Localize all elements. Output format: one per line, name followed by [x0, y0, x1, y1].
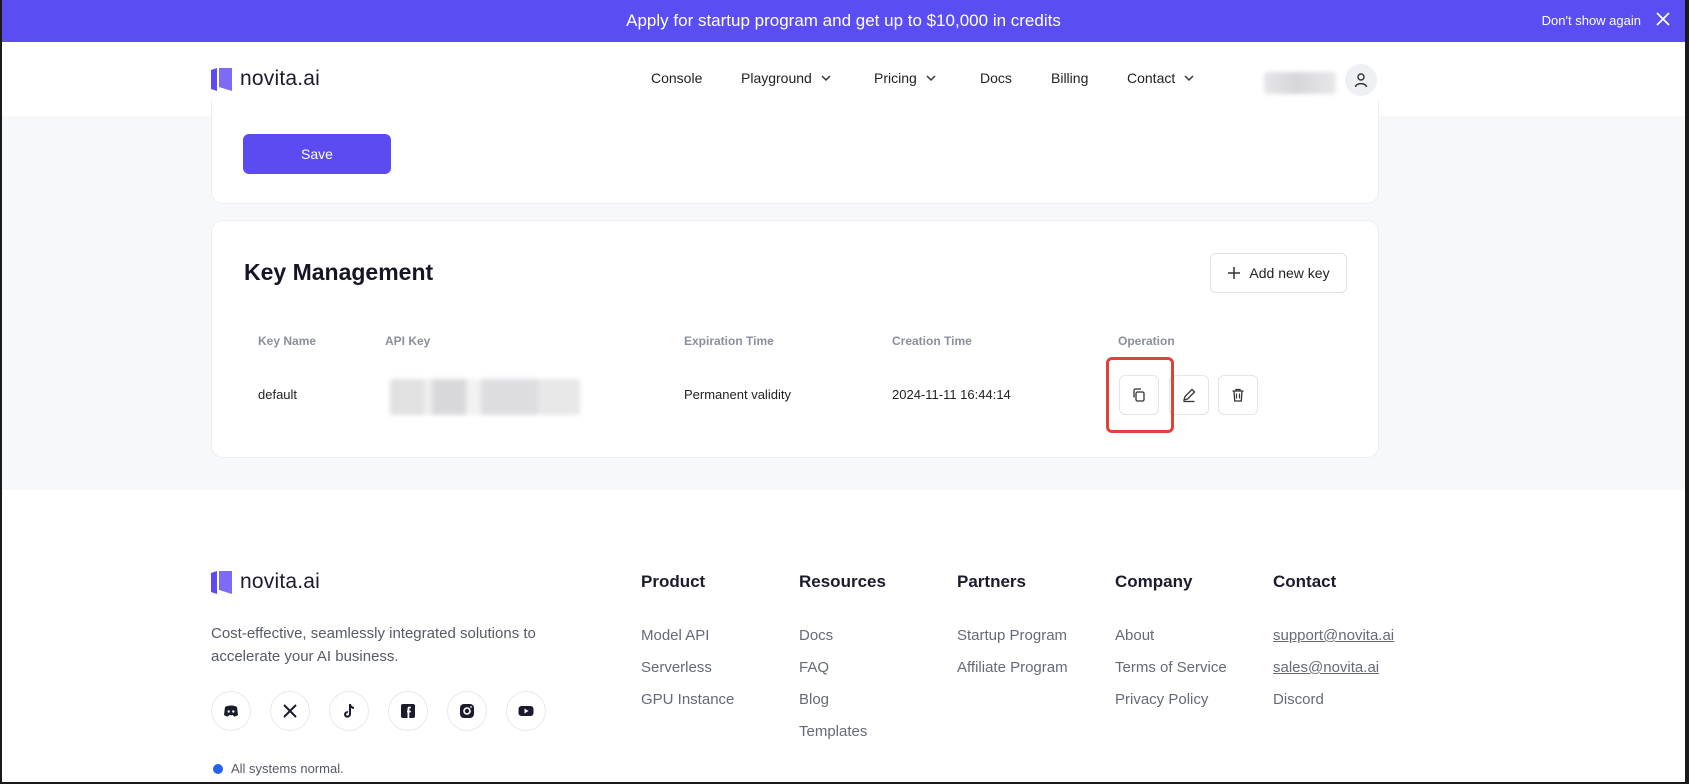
settings-card: Save	[211, 100, 1379, 204]
footer-logo[interactable]: novita.ai	[211, 570, 320, 594]
footer-link-docs[interactable]: Docs	[799, 627, 833, 644]
nav-pricing[interactable]: Pricing	[874, 70, 937, 86]
footer-link-affiliate-program[interactable]: Affiliate Program	[957, 659, 1068, 676]
dont-show-again-link[interactable]: Don't show again	[1542, 13, 1641, 28]
footer-col-partners-title: Partners	[957, 572, 1026, 591]
footer-tagline: Cost-effective, seamlessly integrated so…	[211, 625, 536, 665]
nav-pricing-label: Pricing	[874, 70, 917, 86]
key-management-title: Key Management	[244, 259, 434, 285]
footer-link-gpu-instance[interactable]: GPU Instance	[641, 691, 734, 708]
key-name-cell: default	[258, 387, 298, 402]
system-status[interactable]: All systems normal.	[213, 761, 344, 776]
chevron-down-icon	[926, 75, 936, 82]
avatar[interactable]	[1345, 64, 1377, 96]
footer-col-company-title: Company	[1115, 572, 1193, 591]
username-redacted[interactable]	[1264, 72, 1336, 94]
edit-key-button[interactable]	[1169, 375, 1209, 415]
footer-link-faq[interactable]: FAQ	[799, 659, 829, 676]
nav-contact-label: Contact	[1127, 70, 1176, 86]
site-footer: novita.ai Cost-effective, seamlessly int…	[2, 490, 1685, 782]
nav-console[interactable]: Console	[651, 70, 702, 86]
add-new-key-button[interactable]: Add new key	[1210, 253, 1347, 293]
browser-page: Apply for startup program and get up to …	[2, 0, 1685, 782]
footer-link-blog[interactable]: Blog	[799, 691, 829, 708]
footer-link-sales-email[interactable]: sales@novita.ai	[1273, 659, 1379, 676]
tiktok-icon[interactable]	[329, 691, 369, 731]
save-button[interactable]: Save	[243, 134, 391, 174]
trash-icon	[1232, 388, 1244, 402]
nav-docs-label: Docs	[980, 70, 1012, 86]
expiration-cell: Permanent validity	[684, 387, 791, 402]
x-icon[interactable]	[270, 691, 310, 731]
nav-console-label: Console	[651, 70, 703, 86]
facebook-icon[interactable]	[388, 691, 428, 731]
footer-link-model-api[interactable]: Model API	[641, 627, 709, 644]
header-key-name: Key Name	[258, 334, 317, 348]
add-new-key-label: Add new key	[1249, 265, 1330, 281]
key-management-card: Key Management Add new key Key Name API …	[211, 220, 1379, 458]
header-creation-time: Creation Time	[892, 334, 972, 348]
nav-contact[interactable]: Contact	[1127, 70, 1195, 86]
footer-link-terms[interactable]: Terms of Service	[1115, 659, 1227, 676]
footer-col-product-title: Product	[641, 572, 706, 591]
footer-link-support-email[interactable]: support@novita.ai	[1273, 627, 1394, 644]
api-key-redacted	[390, 379, 580, 415]
nav-playground[interactable]: Playground	[741, 70, 832, 86]
discord-icon[interactable]	[211, 691, 251, 731]
banner-text[interactable]: Apply for startup program and get up to …	[626, 11, 1061, 31]
plus-icon	[1228, 267, 1241, 279]
user-icon	[1354, 73, 1368, 88]
close-icon[interactable]	[1653, 9, 1673, 29]
nav-playground-label: Playground	[741, 70, 812, 86]
footer-col-resources-title: Resources	[799, 572, 886, 591]
nav-billing[interactable]: Billing	[1051, 70, 1088, 86]
footer-link-startup-program[interactable]: Startup Program	[957, 627, 1067, 644]
header-operation: Operation	[1118, 334, 1175, 348]
chevron-down-icon	[1184, 75, 1194, 82]
footer-link-discord[interactable]: Discord	[1273, 691, 1324, 708]
chevron-down-icon	[821, 75, 831, 82]
header-expiration-time: Expiration Time	[684, 334, 774, 348]
youtube-icon[interactable]	[506, 691, 546, 731]
status-dot	[213, 763, 223, 774]
pencil-icon	[1183, 388, 1196, 403]
delete-key-button[interactable]	[1218, 375, 1258, 415]
nav-docs[interactable]: Docs	[980, 70, 1012, 86]
footer-link-templates[interactable]: Templates	[799, 723, 867, 740]
novita-logo-icon	[211, 570, 232, 594]
nav-billing-label: Billing	[1051, 70, 1089, 86]
brand-name: novita.ai	[240, 570, 321, 593]
footer-col-contact-title: Contact	[1273, 572, 1337, 591]
creation-cell: 2024-11-11 16:44:14	[892, 387, 1011, 402]
footer-link-privacy[interactable]: Privacy Policy	[1115, 691, 1208, 708]
footer-link-serverless[interactable]: Serverless	[641, 659, 712, 676]
promo-banner: Apply for startup program and get up to …	[2, 0, 1685, 42]
instagram-icon[interactable]	[447, 691, 487, 731]
header-api-key: API Key	[385, 334, 431, 348]
copy-button-highlight	[1106, 357, 1174, 433]
status-text: All systems normal.	[231, 761, 344, 776]
footer-link-about[interactable]: About	[1115, 627, 1154, 644]
